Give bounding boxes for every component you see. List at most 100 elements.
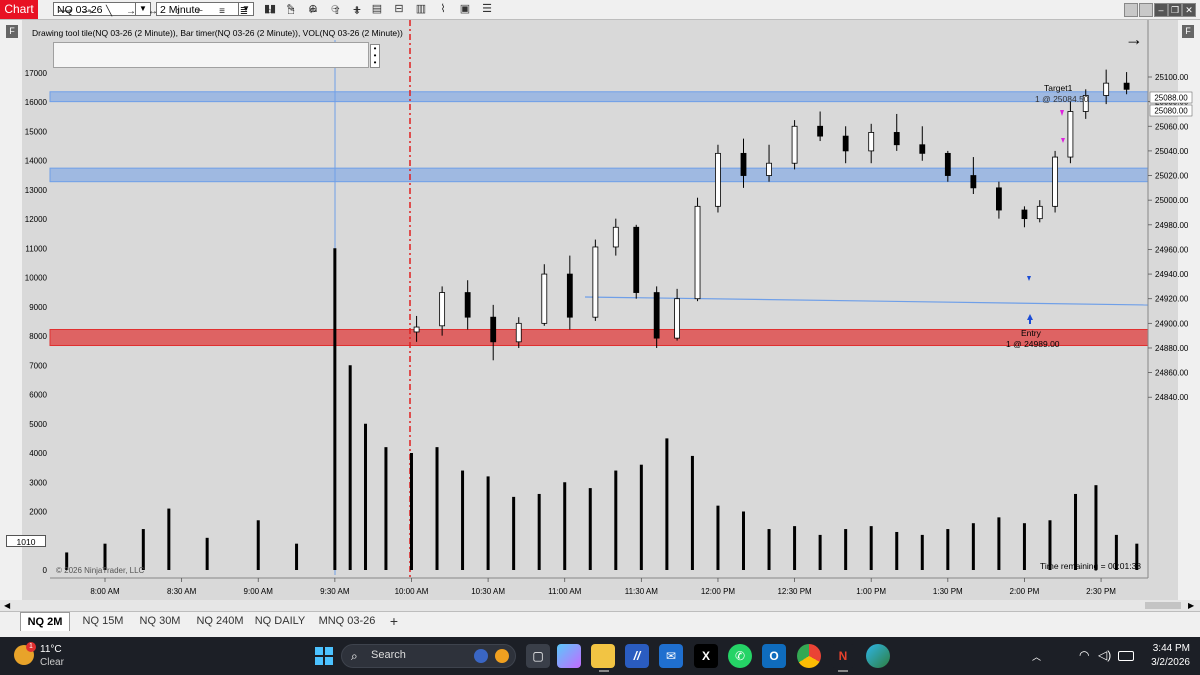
volume-icon[interactable]: ◁) — [1098, 648, 1111, 662]
scroll-right-icon[interactable]: ▶ — [1188, 601, 1194, 610]
price-marker-text: 25080.00 — [1154, 107, 1188, 116]
weather-desc[interactable]: Clear — [40, 657, 64, 668]
trading-app-icon[interactable]: // — [625, 644, 649, 668]
horizontal-line-icon[interactable]: ↔ — [146, 5, 160, 19]
running-indicator — [838, 670, 848, 672]
tab-nq-240m[interactable]: NQ 240M — [192, 612, 248, 630]
entry-label: Entry — [1021, 328, 1041, 338]
time-tick-label: 10:00 AM — [395, 587, 429, 596]
scroll-thumb[interactable] — [1145, 602, 1181, 609]
price-tick-label: 24900.00 — [1155, 319, 1189, 328]
price-marker-25088: 25088.00 — [1149, 91, 1193, 104]
corner-line-icon[interactable]: ⌐ — [193, 5, 207, 19]
volume-bar — [818, 534, 822, 570]
candle-body — [612, 226, 619, 248]
volume-bar — [639, 464, 643, 570]
time-tick-label: 12:30 PM — [777, 587, 812, 596]
outlook-new-icon[interactable]: O — [762, 644, 786, 668]
volume-bar — [767, 529, 771, 570]
price-tick-label: 25100.00 — [1155, 73, 1189, 82]
chrome-icon[interactable] — [797, 644, 821, 668]
entry-arrow-icon — [1027, 314, 1033, 320]
edge-icon[interactable] — [866, 644, 890, 668]
volume-tick-label: 11000 — [25, 244, 47, 253]
scroll-left-icon[interactable]: ◀ — [4, 601, 10, 610]
volume-bar — [920, 534, 924, 570]
volume-bar — [333, 248, 337, 570]
clock-time[interactable]: 3:44 PM — [1140, 643, 1190, 654]
price-tick-label: 24840.00 — [1155, 393, 1189, 402]
volume-bar — [409, 453, 413, 570]
target-arrow-icon — [1060, 110, 1064, 116]
search-highlight-icon — [474, 649, 488, 663]
lines-layer — [334, 20, 1149, 578]
copilot-icon[interactable] — [557, 644, 581, 668]
clock-date[interactable]: 3/2/2026 — [1130, 657, 1190, 668]
wifi-icon[interactable]: ◠ — [1079, 648, 1089, 662]
copyright-text: © 2026 NinjaTrader, LLC — [56, 566, 145, 575]
search-input[interactable] — [341, 644, 516, 668]
windows-start-icon[interactable] — [312, 644, 336, 668]
more-tools-icon[interactable]: • • • — [370, 44, 380, 68]
line-icon[interactable]: ⟶ — [58, 5, 72, 19]
target-price: 1 @ 25084.50 — [1035, 94, 1089, 104]
time-tick-label: 9:00 AM — [244, 587, 274, 596]
volume-layer — [65, 248, 1139, 570]
volume-tick-label: 16000 — [25, 98, 48, 107]
price-tick-label: 24960.00 — [1155, 245, 1189, 254]
volume-bar — [716, 505, 720, 570]
arrow-down-icon[interactable]: ⇩ — [350, 5, 364, 19]
diagonal-line-icon[interactable]: ╲ — [102, 5, 116, 19]
arrow-right-icon[interactable]: → — [1125, 30, 1143, 48]
task-view-icon[interactable]: ▢ — [526, 644, 550, 668]
fibonacci-icon[interactable]: ≡ — [215, 5, 229, 19]
price-zone — [49, 91, 1149, 103]
price-tick-label: 24880.00 — [1155, 344, 1189, 353]
time-tick-label: 11:30 AM — [625, 587, 659, 596]
region-icon[interactable]: ⇦ — [306, 5, 320, 19]
entry-price: 1 @ 24989.00 — [1006, 339, 1060, 349]
x-icon[interactable]: X — [694, 644, 718, 668]
vertical-line-icon[interactable]: ↕ — [171, 5, 185, 19]
volume-bar — [512, 496, 516, 570]
price-marker-25080: 25080.00 — [1149, 104, 1193, 117]
horizontal-scrollbar[interactable] — [0, 600, 1200, 611]
target-label: Target1 — [1044, 83, 1073, 93]
whatsapp-icon[interactable]: ✆ — [728, 644, 752, 668]
search-label: Search — [371, 649, 406, 661]
add-tab-button[interactable]: + — [386, 612, 402, 630]
volume-bar — [348, 365, 352, 570]
target-arrow-icon — [1061, 138, 1065, 143]
extended-line-icon[interactable]: → — [124, 5, 138, 19]
time-tick-label: 2:00 PM — [1010, 587, 1040, 596]
chevron-up-icon[interactable]: ︿ — [1032, 650, 1041, 663]
text-block-icon[interactable]: ≣ — [237, 5, 251, 19]
search-icon: ⌕ — [351, 649, 358, 663]
weather-temp[interactable]: 11°C — [40, 644, 62, 655]
ninjatrader-icon[interactable]: N — [831, 644, 855, 668]
volume-bar — [1022, 523, 1026, 570]
tab-nq-2m[interactable]: NQ 2M — [20, 612, 70, 631]
tab-nq-daily[interactable]: NQ DAILY — [252, 612, 308, 630]
chart-canvas: 17000 16000 15000 14000 13000 12000 11000 10000… — [25, 20, 1193, 596]
rectangle-icon[interactable]: □ — [284, 5, 298, 19]
file-explorer-icon[interactable] — [591, 644, 615, 668]
chart-info-line: Drawing tool tile(NQ 03-26 (2 Minute)), … — [32, 28, 403, 38]
candle-body — [413, 326, 420, 333]
arrow-up-icon[interactable]: ⇧ — [330, 5, 344, 19]
time-tick-label: 10:30 AM — [471, 587, 505, 596]
volume-tick-label: 6000 — [29, 391, 47, 400]
outlook-icon[interactable]: ✉ — [659, 644, 683, 668]
ellipse-icon[interactable]: ○ — [262, 5, 276, 19]
time-tick-label: 2:30 PM — [1086, 587, 1116, 596]
time-tick-label: 9:30 AM — [320, 587, 350, 596]
ray-icon[interactable]: ⤍ — [80, 5, 94, 19]
volume-tick-label: 8000 — [29, 332, 47, 341]
price-tick-label: 25060.00 — [1155, 122, 1189, 131]
tab-nq-30m[interactable]: NQ 30M — [135, 612, 185, 630]
candle-body — [1021, 209, 1028, 220]
tab-nq-15m[interactable]: NQ 15M — [78, 612, 128, 630]
entry-marker-icon — [1027, 276, 1031, 281]
running-indicator — [599, 670, 609, 672]
tab-mnq-03-26[interactable]: MNQ 03-26 — [315, 612, 379, 630]
